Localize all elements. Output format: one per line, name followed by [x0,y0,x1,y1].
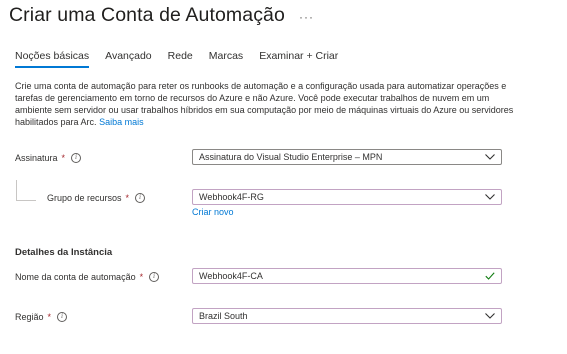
chevron-down-icon [483,189,497,205]
tab-advanced[interactable]: Avançado [105,50,152,68]
info-icon[interactable]: i [71,153,82,163]
create-automation-account-page: Criar uma Conta de Automação ··· Noções … [0,0,567,354]
page-title: Criar uma Conta de Automação [9,4,285,26]
description: Crie uma conta de automação para reter o… [15,80,515,128]
resource-group-label: Grupo de recursos [47,193,122,203]
resource-group-label-group: Grupo de recursos * i [47,193,146,203]
account-name-input[interactable]: Webhook4F-CA [192,268,502,284]
subscription-label: Assinatura [15,153,58,163]
more-options-icon[interactable]: ··· [299,10,314,24]
region-label: Região [15,312,44,322]
resource-group-value: Webhook4F-RG [199,192,264,202]
chevron-down-icon [483,308,497,324]
region-label-group: Região * i [15,312,68,322]
account-name-label-group: Nome da conta de automação * i [15,272,160,282]
tab-review-create[interactable]: Examinar + Criar [259,50,338,68]
info-icon[interactable]: i [57,312,68,322]
subscription-dropdown[interactable]: Assinatura do Visual Studio Enterprise –… [192,149,502,165]
create-new-resource-group-link[interactable]: Criar novo [192,207,234,217]
resource-group-dropdown[interactable]: Webhook4F-RG [192,189,502,205]
required-marker: * [61,153,66,163]
tree-connector-horizontal [16,200,36,201]
chevron-down-icon [483,149,497,165]
tree-connector-vertical [16,180,17,200]
subscription-value: Assinatura do Visual Studio Enterprise –… [199,152,383,162]
region-dropdown[interactable]: Brazil South [192,308,502,324]
description-text: Crie uma conta de automação para reter o… [15,81,514,127]
checkmark-icon [483,268,497,284]
tab-bar: Noções básicas Avançado Rede Marcas Exam… [15,50,354,68]
tab-basics[interactable]: Noções básicas [15,50,90,68]
region-value: Brazil South [199,311,248,321]
info-icon[interactable]: i [149,272,160,282]
tab-tags[interactable]: Marcas [209,50,243,68]
subscription-label-group: Assinatura * i [15,153,82,163]
required-marker: * [125,193,130,203]
account-name-label: Nome da conta de automação [15,272,136,282]
info-icon[interactable]: i [135,193,146,203]
required-marker: * [139,272,144,282]
tab-networking[interactable]: Rede [168,50,193,68]
instance-details-heading: Detalhes da Instância [15,247,113,258]
required-marker: * [47,312,52,322]
learn-more-link[interactable]: Saiba mais [99,117,144,127]
header: Criar uma Conta de Automação ··· [9,4,314,27]
account-name-value: Webhook4F-CA [199,271,263,281]
